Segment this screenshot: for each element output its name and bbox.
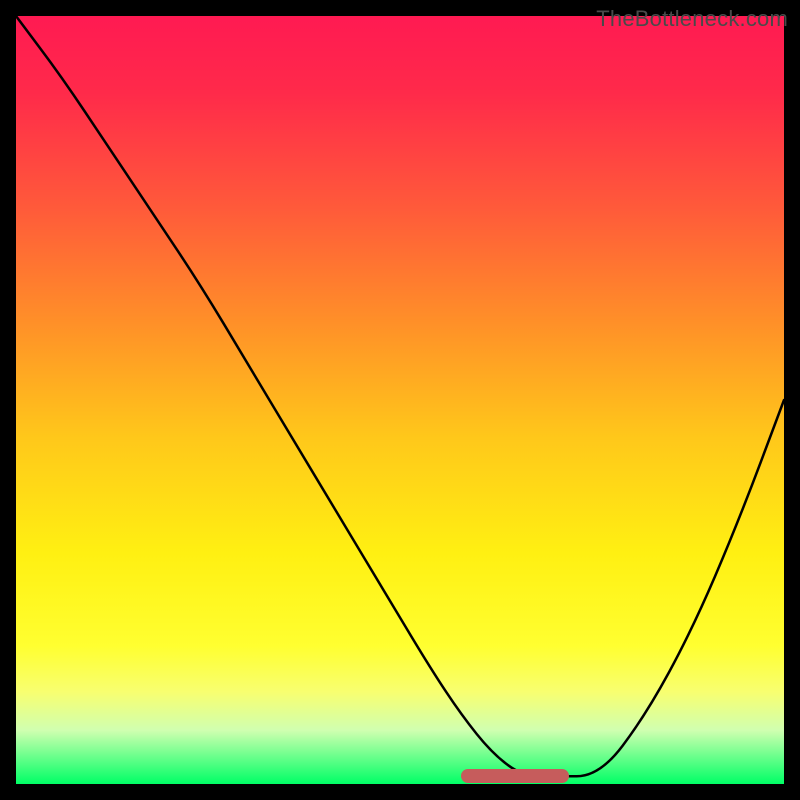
curve-path [16, 16, 784, 776]
watermark-text: TheBottleneck.com [596, 6, 788, 32]
chart-plot-area [16, 16, 784, 784]
optimal-range-marker [461, 769, 569, 783]
bottleneck-curve [16, 16, 784, 784]
